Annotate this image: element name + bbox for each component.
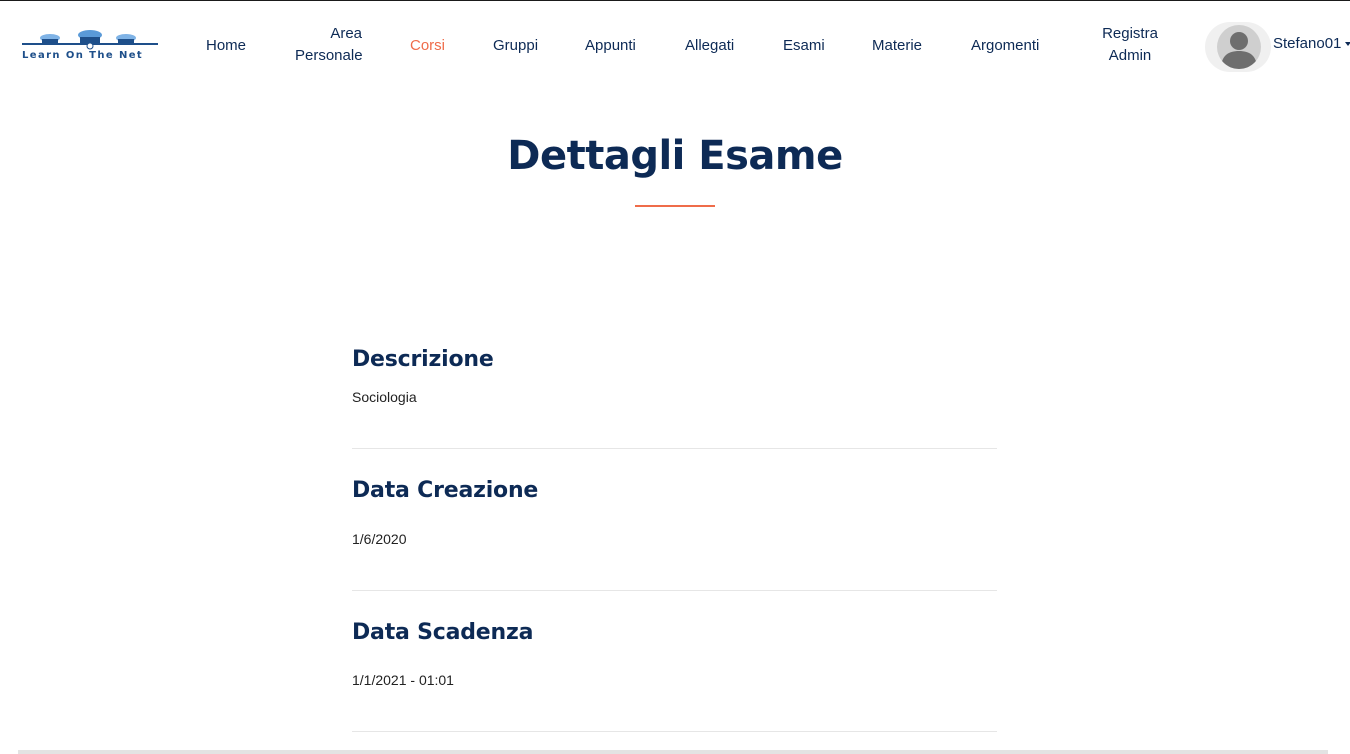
- nav-allegati[interactable]: Allegati: [685, 35, 734, 57]
- user-avatar[interactable]: [1205, 22, 1271, 72]
- nav-argomenti[interactable]: Argomenti: [971, 35, 1039, 57]
- user-avatar-icon: [1217, 25, 1261, 69]
- title-underline: [635, 205, 715, 207]
- nav-materie[interactable]: Materie: [872, 35, 922, 57]
- nav-gruppi[interactable]: Gruppi: [493, 35, 538, 57]
- detail-descrizione-label: Descrizione: [352, 347, 494, 372]
- nav-appunti[interactable]: Appunti: [585, 35, 636, 57]
- detail-descrizione-value: Sociologia: [352, 389, 417, 405]
- page-title: Dettagli Esame: [507, 133, 843, 179]
- nav-area-personale-line2: Personale: [295, 47, 363, 64]
- detail-data-scadenza-label: Data Scadenza: [352, 620, 534, 645]
- detail-data-creazione-value: 1/6/2020: [352, 531, 407, 547]
- navbar: Learn On The Net Home Area Personale Cor…: [0, 1, 1350, 89]
- site-logo[interactable]: Learn On The Net: [20, 28, 160, 64]
- divider: [352, 448, 997, 449]
- nav-registra-admin[interactable]: Registra Admin: [1100, 23, 1160, 67]
- nav-area-personale-line1: Area: [330, 25, 362, 42]
- user-name: Stefano01: [1273, 35, 1342, 52]
- detail-data-scadenza-value: 1/1/2021 - 01:01: [352, 672, 454, 688]
- nav-registra-admin-line1: Registra: [1102, 25, 1158, 42]
- horizontal-scrollbar[interactable]: [18, 750, 1328, 754]
- detail-data-scadenza: Data Scadenza 1/1/2021 - 01:01: [352, 620, 997, 688]
- nav-corsi[interactable]: Corsi: [410, 35, 445, 57]
- divider: [352, 590, 997, 591]
- logo-text: Learn On The Net: [22, 50, 144, 61]
- nav-home[interactable]: Home: [206, 35, 246, 57]
- detail-data-creazione: Data Creazione 1/6/2020: [352, 478, 997, 547]
- user-menu[interactable]: Stefano01: [1273, 35, 1350, 52]
- logo-graphic-icon: [22, 30, 158, 50]
- nav-area-personale[interactable]: Area Personale: [295, 23, 363, 67]
- chevron-down-icon: [1345, 42, 1350, 47]
- nav-registra-admin-line2: Admin: [1108, 47, 1152, 64]
- detail-descrizione: Descrizione Sociologia: [352, 347, 997, 405]
- divider: [352, 731, 997, 732]
- nav-esami[interactable]: Esami: [783, 35, 825, 57]
- detail-data-creazione-label: Data Creazione: [352, 478, 539, 503]
